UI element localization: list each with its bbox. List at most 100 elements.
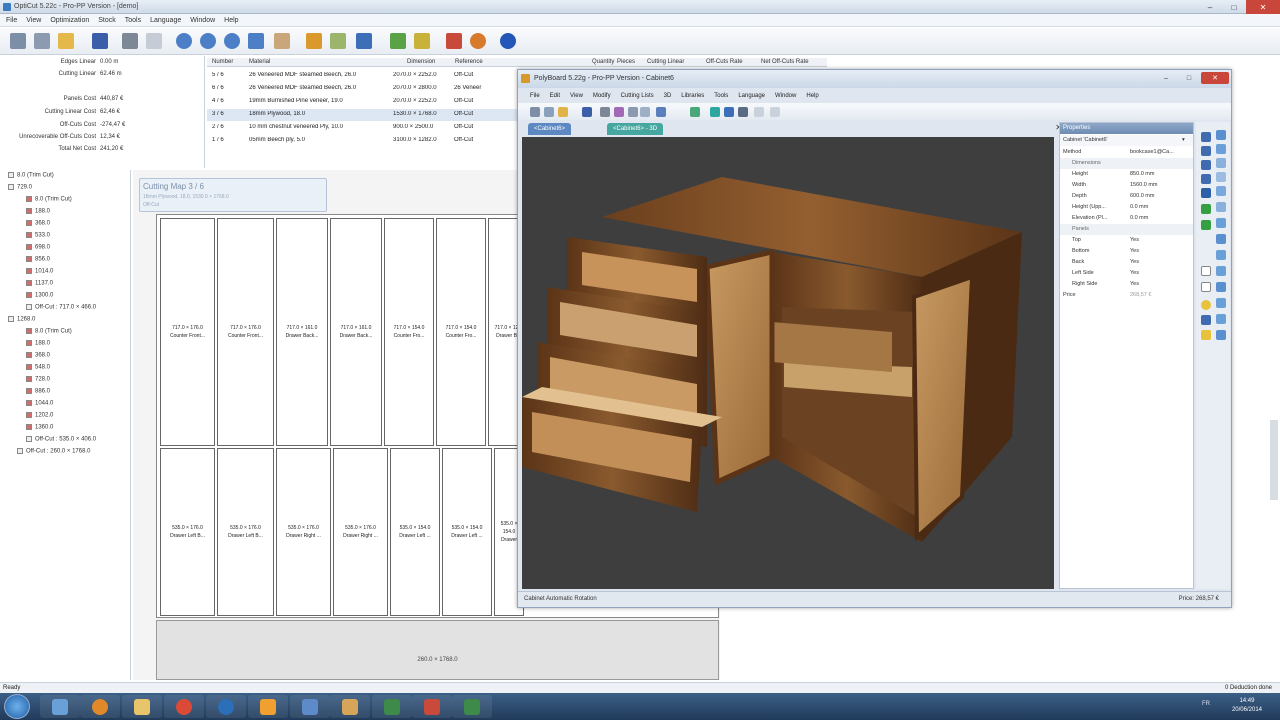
settings-icon[interactable] bbox=[470, 33, 486, 49]
taskbar-app[interactable] bbox=[206, 695, 246, 718]
pb-menu-language[interactable]: Language bbox=[738, 93, 765, 99]
tool-hinge-icon[interactable] bbox=[1216, 298, 1226, 308]
col-reference[interactable]: Reference bbox=[455, 59, 483, 65]
group-dimensions[interactable]: Dimensions bbox=[1060, 158, 1193, 169]
tree-item[interactable]: 856.0 bbox=[26, 256, 50, 263]
cut-piece[interactable]: 717.0 × 176.0 Counter Front... bbox=[160, 218, 215, 446]
pb-print-icon[interactable] bbox=[600, 107, 610, 117]
cut-piece[interactable]: 535.0 × 154.0 Drawer Left ... bbox=[390, 448, 440, 616]
cut-piece[interactable]: 535.0 × 176.0 Drawer Right ... bbox=[276, 448, 331, 616]
menu-language[interactable]: Language bbox=[150, 17, 181, 24]
taskbar-app[interactable] bbox=[248, 695, 288, 718]
pb-new-icon[interactable] bbox=[530, 107, 540, 117]
tree-item[interactable]: 1268.0 bbox=[8, 316, 35, 323]
tool-box-icon[interactable] bbox=[1216, 130, 1226, 140]
table-row[interactable]: 6 / 6 26 Veneered MDF steamed Beech, 26.0… bbox=[207, 83, 517, 95]
tree-item[interactable]: 698.0 bbox=[26, 244, 50, 251]
link-icon[interactable] bbox=[356, 33, 372, 49]
tool-partition-icon[interactable] bbox=[1216, 218, 1226, 228]
tree-item[interactable]: Off-Cut : 260.0 × 1768.0 bbox=[17, 448, 90, 455]
tool-frame-icon[interactable] bbox=[1216, 202, 1226, 212]
pb-frame-icon[interactable] bbox=[754, 107, 764, 117]
taskbar-app[interactable] bbox=[40, 695, 80, 718]
tool-orbit-icon[interactable] bbox=[1201, 174, 1211, 184]
polyboard-maximize-button[interactable]: □ bbox=[1178, 72, 1200, 84]
prop-height-upper[interactable]: Height (Upp... 0.0 mm bbox=[1060, 202, 1193, 213]
print-icon[interactable] bbox=[122, 33, 138, 49]
prop-elevation[interactable]: Elevation (Pl... 0.0 mm bbox=[1060, 213, 1193, 224]
measure-icon[interactable] bbox=[414, 33, 430, 49]
tool-panel-icon[interactable] bbox=[1216, 186, 1226, 196]
tree-item[interactable]: 728.0 bbox=[26, 376, 50, 383]
tool-drawer-icon[interactable] bbox=[1216, 144, 1226, 154]
taskbar-app[interactable] bbox=[412, 695, 452, 718]
tool-leg-icon[interactable] bbox=[1216, 330, 1226, 340]
offcut-strip[interactable]: 260.0 × 1768.0 bbox=[156, 620, 719, 680]
menu-file[interactable]: File bbox=[6, 17, 17, 24]
tool-shelf-icon[interactable] bbox=[1216, 158, 1226, 168]
cut-piece[interactable]: 535.0 × 154.0 Drawer Left ... bbox=[442, 448, 492, 616]
prop-depth[interactable]: Depth 600.0 mm bbox=[1060, 191, 1193, 202]
3d-viewport[interactable] bbox=[522, 137, 1054, 589]
menu-optimization[interactable]: Optimization bbox=[50, 17, 89, 24]
taskbar-app[interactable] bbox=[122, 695, 162, 718]
menu-view[interactable]: View bbox=[26, 17, 41, 24]
col-number[interactable]: Number bbox=[212, 59, 233, 65]
tree-item[interactable]: 533.0 bbox=[26, 232, 50, 239]
table-row-selected[interactable]: 3 / 6 18mm Plywood, 18.0 1530.0 × 1768.0 Of… bbox=[207, 109, 517, 121]
tool-material-icon[interactable] bbox=[1201, 220, 1211, 230]
tab-cabinet6[interactable]: <Cabinet6> bbox=[528, 123, 572, 135]
table-row[interactable]: 2 / 6 10 mm chestnut veneered Ply, 10.0 90… bbox=[207, 122, 517, 134]
taskbar-app[interactable] bbox=[452, 695, 492, 718]
table-row[interactable]: 5 / 6 26 Veneered MDF steamed Beech, 26.0… bbox=[207, 70, 517, 82]
menu-help[interactable]: Help bbox=[224, 17, 238, 24]
pb-menu-file[interactable]: File bbox=[530, 93, 540, 99]
polyboard-close-button[interactable]: ✕ bbox=[1201, 72, 1229, 84]
tool-light-icon[interactable] bbox=[1201, 300, 1211, 310]
prop-back[interactable]: Back Yes bbox=[1060, 257, 1193, 268]
tree-item[interactable]: 1360.0 bbox=[26, 424, 53, 431]
tool-handle-icon[interactable] bbox=[1216, 314, 1226, 324]
tree-item[interactable]: 1014.0 bbox=[26, 268, 53, 275]
arrange-icon[interactable] bbox=[330, 33, 346, 49]
vertical-scrollbar[interactable] bbox=[1270, 420, 1278, 500]
group-panels[interactable]: Panels bbox=[1060, 224, 1193, 235]
taskbar-app[interactable] bbox=[164, 695, 204, 718]
cut-piece[interactable]: 717.0 × 161.0 Drawer Back... bbox=[276, 218, 328, 446]
prop-width[interactable]: Width 1560.0 mm bbox=[1060, 180, 1193, 191]
taskbar-app[interactable] bbox=[330, 695, 370, 718]
maximize-button[interactable]: □ bbox=[1222, 0, 1246, 14]
tool-side-icon[interactable] bbox=[1216, 282, 1226, 292]
edit-icon[interactable] bbox=[306, 33, 322, 49]
pb-menu-edit[interactable]: Edit bbox=[550, 93, 560, 99]
tree-item[interactable]: 1202.0 bbox=[26, 412, 53, 419]
taskbar-app[interactable] bbox=[290, 695, 330, 718]
zoom-out-icon[interactable] bbox=[200, 33, 216, 49]
taskbar-app[interactable] bbox=[80, 695, 120, 718]
cut-piece[interactable]: 535.0 × 176.0 Drawer Left B... bbox=[160, 448, 215, 616]
tool-view-icon[interactable] bbox=[1201, 160, 1211, 170]
pb-undo-icon[interactable] bbox=[656, 107, 666, 117]
prop-top[interactable]: Top Yes bbox=[1060, 235, 1193, 246]
pb-paste-icon[interactable] bbox=[640, 107, 650, 117]
new-icon[interactable] bbox=[10, 33, 26, 49]
tab-cabinet6-3d[interactable]: <Cabinet6> - 3D bbox=[607, 123, 664, 135]
cut-piece[interactable]: 717.0 × 161.0 Drawer Back... bbox=[330, 218, 382, 446]
tool-blank-icon[interactable] bbox=[1201, 266, 1211, 276]
cut-piece[interactable]: 535.0 × 176.0 Drawer Left B... bbox=[217, 448, 274, 616]
save-icon[interactable] bbox=[92, 33, 108, 49]
system-clock[interactable]: 14:49 20/06/2014 bbox=[1232, 697, 1262, 715]
col-dimension[interactable]: Dimension bbox=[407, 59, 435, 65]
pb-copy-icon[interactable] bbox=[628, 107, 638, 117]
zoom-all-icon[interactable] bbox=[248, 33, 264, 49]
pan-hand-icon[interactable] bbox=[274, 33, 290, 49]
pb-box-icon[interactable] bbox=[710, 107, 720, 117]
cut-piece[interactable]: 717.0 × 154.0 Counter Fro... bbox=[384, 218, 434, 446]
pb-menu-libraries[interactable]: Libraries bbox=[681, 93, 704, 99]
info-icon[interactable] bbox=[500, 33, 516, 49]
col-offcuts-rate[interactable]: Off-Cuts Rate bbox=[706, 59, 743, 65]
minimize-button[interactable]: – bbox=[1198, 0, 1222, 14]
tree-item[interactable]: 188.0 bbox=[26, 208, 50, 215]
pb-folder-icon[interactable] bbox=[558, 107, 568, 117]
col-material[interactable]: Material bbox=[249, 59, 270, 65]
